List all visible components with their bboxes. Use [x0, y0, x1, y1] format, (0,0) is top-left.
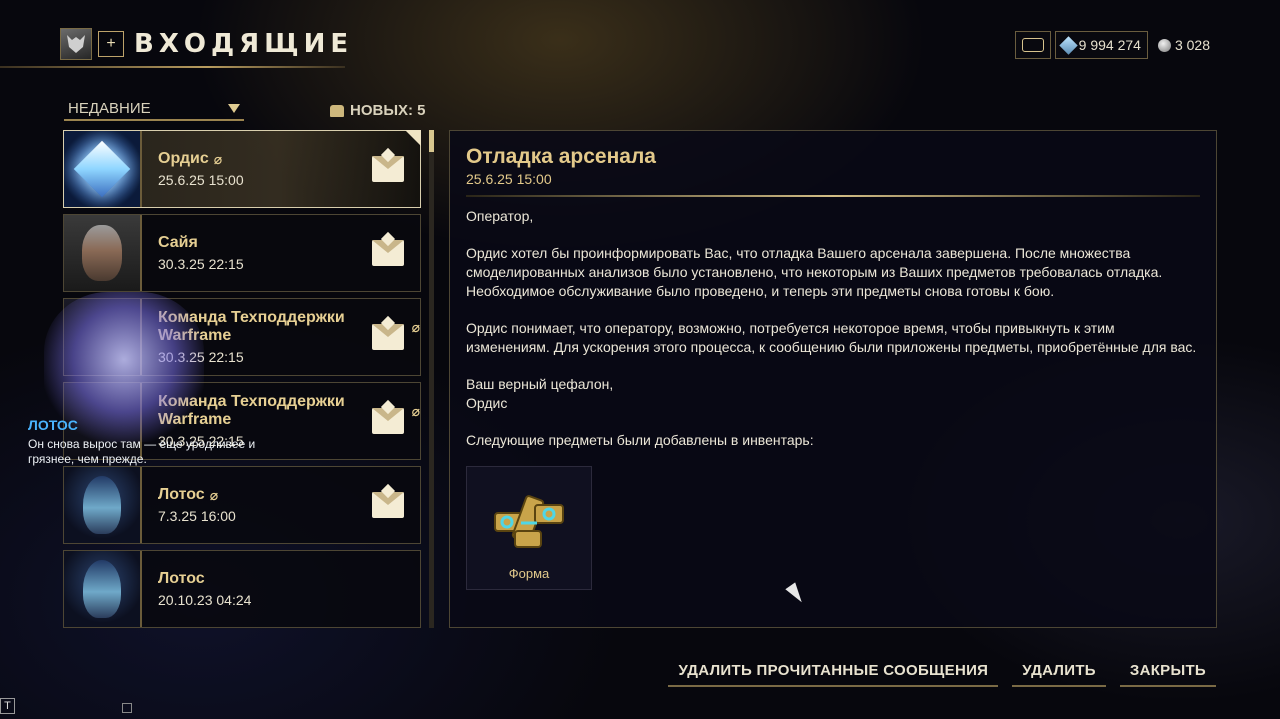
credits-balance[interactable]: 3 028	[1152, 31, 1216, 59]
small-toggle-icon[interactable]	[122, 703, 132, 713]
message-sender: Лотос	[158, 570, 205, 587]
message-title: Отладка арсенала	[466, 145, 656, 168]
platinum-balance[interactable]: 9 994 274	[1054, 31, 1148, 59]
sort-dropdown-value: НЕДАВНИЕ	[68, 99, 151, 117]
header-divider	[0, 66, 345, 68]
new-messages-count: НОВЫХ: 5	[330, 102, 426, 119]
add-button[interactable]: +	[98, 31, 124, 57]
platinum-icon	[1058, 35, 1078, 55]
lotus-portrait	[64, 551, 142, 627]
message-item-ordis[interactable]: Ордис ⌀ 25.6.25 15:00	[63, 130, 421, 208]
message-date: 20.10.23 04:24	[158, 592, 252, 608]
chat-icon	[1021, 38, 1044, 52]
open-envelope-icon	[372, 156, 404, 182]
message-paragraph: Следующие предметы были добавлены в инве…	[466, 432, 814, 448]
reward-label: Форма	[508, 566, 550, 581]
open-envelope-icon	[372, 408, 404, 434]
profile-avatar[interactable]	[60, 28, 92, 60]
close-button[interactable]: ЗАКРЫТЬ	[1119, 660, 1216, 687]
message-body: Оператор, Ордис хотел бы проинформироват…	[466, 207, 1200, 450]
chevron-down-icon	[228, 103, 240, 113]
message-item-lotus[interactable]: Лотос ⌀ 7.3.25 16:00	[63, 466, 421, 544]
message-item-lotus[interactable]: Лотос 20.10.23 04:24	[63, 550, 421, 628]
title-divider	[466, 195, 1200, 197]
open-envelope-icon	[372, 240, 404, 266]
scrollbar-thumb[interactable]	[429, 130, 434, 152]
message-detail-panel: Отладка арсенала 25.6.25 15:00 Оператор,…	[449, 130, 1217, 628]
message-paragraph: Ордис понимает, что оператору, возможно,…	[466, 320, 1197, 355]
message-paragraph: Ордис хотел бы проинформировать Вас, что…	[466, 245, 1163, 299]
delete-read-button[interactable]: УДАЛИТЬ ПРОЧИТАННЫЕ СООБЩЕНИЯ	[668, 660, 999, 687]
transmission-subtitle: Он снова вырос там — еще уродливее и гря…	[28, 437, 256, 466]
platinum-amount: 9 994 274	[1078, 37, 1141, 53]
reward-item-forma[interactable]: Форма	[466, 466, 592, 590]
message-paragraph: Оператор,	[466, 208, 534, 224]
paperclip-icon: ⌀	[213, 150, 223, 167]
new-messages-label: НОВЫХ: 5	[350, 102, 426, 119]
delete-button[interactable]: УДАЛИТЬ	[1012, 660, 1106, 687]
message-paragraph: Ваш верный цефалон, Ордис	[466, 376, 614, 411]
sort-dropdown[interactable]: НЕДАВНИЕ	[64, 97, 244, 121]
message-sender: Ордис	[158, 150, 209, 167]
ordis-portrait	[64, 131, 142, 207]
open-envelope-icon	[372, 324, 404, 350]
inbox-icon	[330, 104, 344, 117]
message-detail-date: 25.6.25 15:00	[466, 171, 552, 187]
transmission-speaker: ЛОТОС	[28, 417, 78, 433]
text-chat-toggle[interactable]: T	[0, 698, 15, 714]
open-envelope-icon	[372, 492, 404, 518]
message-item-saya[interactable]: Сайя 30.3.25 22:15	[63, 214, 421, 292]
wolf-icon	[67, 35, 85, 53]
message-list-scrollbar[interactable]	[429, 130, 434, 628]
paperclip-icon: ⌀	[411, 318, 420, 335]
credits-amount: 3 028	[1174, 37, 1210, 53]
forma-icon	[494, 495, 564, 548]
inbox-header: + ВХОДЯЩИЕ	[60, 28, 353, 60]
page-title: ВХОДЯЩИЕ	[134, 29, 354, 59]
saya-portrait	[64, 215, 142, 291]
message-sender: Лотос	[158, 486, 205, 503]
credits-icon	[1157, 38, 1171, 52]
lotus-portrait	[64, 467, 142, 543]
message-sender: Сайя	[158, 234, 198, 251]
paperclip-icon: ⌀	[411, 402, 420, 419]
action-bar: УДАЛИТЬ ПРОЧИТАННЫЕ СООБЩЕНИЯ УДАЛИТЬ ЗА…	[668, 660, 1216, 687]
currency-bar: 9 994 274 3 028	[1014, 31, 1216, 59]
paperclip-icon: ⌀	[209, 486, 219, 503]
chat-button[interactable]	[1014, 31, 1051, 59]
